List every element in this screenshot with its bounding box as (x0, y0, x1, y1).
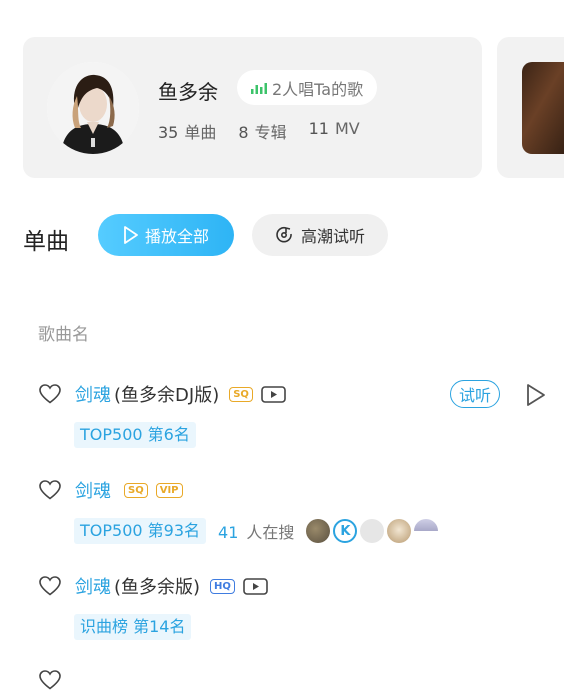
sing-count-text: 2人唱Ta的歌 (272, 79, 364, 99)
stat-albums[interactable]: 8 专辑 (238, 119, 286, 143)
song-title[interactable]: 剑魂 (75, 573, 111, 599)
song-title[interactable]: 剑魂 (75, 381, 111, 407)
vip-badge: VIP (155, 482, 183, 498)
next-artist-thumbnail (522, 62, 564, 154)
preview-listen-button[interactable]: 试听 (450, 380, 500, 408)
sq-badge: SQ (124, 482, 148, 498)
search-count: 41 人在搜 (218, 523, 295, 542)
artist-avatar[interactable] (47, 62, 139, 154)
sing-count-badge[interactable]: 2人唱Ta的歌 (237, 70, 378, 105)
heart-icon[interactable] (38, 669, 62, 691)
play-outline-icon (124, 226, 138, 244)
heart-icon[interactable] (38, 575, 62, 597)
rank-chip[interactable]: TOP500 第6名 (74, 422, 196, 448)
play-icon[interactable] (525, 383, 547, 407)
user-avatar (306, 519, 331, 543)
heart-icon[interactable] (38, 479, 62, 501)
stat-songs[interactable]: 35 单曲 (158, 119, 216, 143)
mv-play-icon[interactable] (261, 385, 286, 403)
next-artist-card[interactable] (497, 37, 564, 178)
k-avatar: K (333, 519, 358, 543)
user-avatar (387, 519, 412, 543)
song-version: (鱼多余DJ版) (114, 385, 220, 406)
mv-play-icon[interactable] (243, 577, 268, 595)
artist-card[interactable]: 鱼多余 2人唱Ta的歌 35 单曲 8 专辑 11 MV (23, 37, 482, 178)
sq-badge: SQ (229, 386, 253, 402)
rank-chip[interactable]: 识曲榜 第14名 (74, 614, 192, 640)
song-title[interactable]: 剑魂 (75, 477, 111, 503)
user-avatar (360, 519, 385, 543)
section-title: 单曲 (23, 229, 69, 255)
heart-icon[interactable] (38, 383, 62, 405)
song-name-column-header: 歌曲名 (38, 325, 89, 345)
searcher-avatars: K (306, 519, 441, 543)
artist-stats: 35 单曲 8 专辑 11 MV (158, 119, 360, 143)
user-avatar (414, 519, 439, 543)
song-version: (鱼多余版) (114, 577, 201, 598)
play-all-button[interactable]: 播放全部 (98, 214, 234, 256)
bars-icon (251, 82, 267, 94)
rank-chip[interactable]: TOP500 第93名 (74, 518, 207, 544)
stat-mv[interactable]: 11 MV (309, 119, 360, 143)
hq-badge: HQ (210, 578, 235, 594)
artist-name[interactable]: 鱼多余 (158, 76, 218, 105)
climax-preview-button[interactable]: 高潮试听 (252, 214, 388, 256)
climax-disc-icon (276, 226, 292, 243)
